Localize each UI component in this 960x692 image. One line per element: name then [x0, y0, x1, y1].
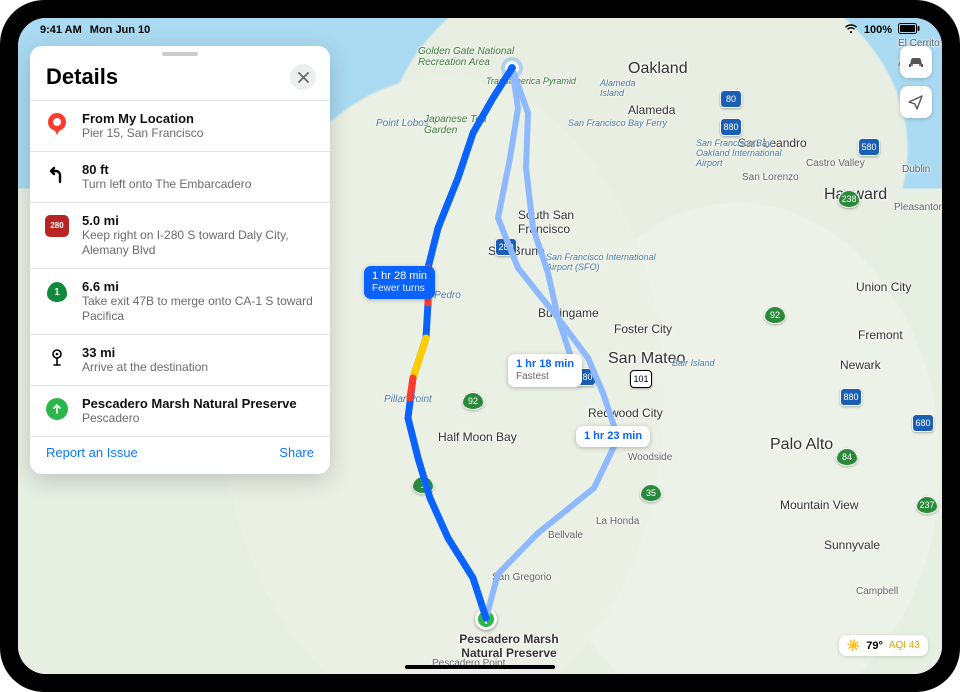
- step-turn-left[interactable]: 80 ft Turn left onto The Embarcadero: [30, 152, 330, 203]
- route-callout-primary[interactable]: 1 hr 28 min Fewer turns: [364, 266, 435, 299]
- step-5-title: Pescadero Marsh Natural Preserve: [82, 396, 316, 411]
- step-5-sub: Pescadero: [82, 411, 316, 426]
- step-i280[interactable]: 280 5.0 mi Keep right on I-280 S toward …: [30, 203, 330, 269]
- panel-grabber[interactable]: [162, 52, 198, 56]
- start-pin-icon: [44, 111, 70, 137]
- step-1-sub: Turn left onto The Embarcadero: [82, 177, 316, 192]
- battery-icon: [898, 23, 920, 37]
- step-4-sub: Arrive at the destination: [82, 360, 316, 375]
- i280-shield-icon: 280: [44, 213, 70, 239]
- directions-list: From My Location Pier 15, San Francisco …: [30, 100, 330, 437]
- share-link[interactable]: Share: [279, 445, 314, 460]
- close-button[interactable]: [290, 64, 316, 90]
- driving-mode-button[interactable]: [900, 46, 932, 78]
- route-callout-alt2[interactable]: 1 hr 23 min: [576, 426, 650, 447]
- weather-temp: 79°: [866, 640, 883, 652]
- screen: 9:41 AM Mon Jun 10 100% Oakland Hayward …: [18, 18, 942, 674]
- battery-percent: 100%: [864, 24, 892, 36]
- step-3-title: 6.6 mi: [82, 279, 316, 294]
- step-2-title: 5.0 mi: [82, 213, 316, 228]
- map-controls: [900, 46, 932, 118]
- locate-me-button[interactable]: [900, 86, 932, 118]
- callout-alt1-note: Fastest: [516, 371, 574, 383]
- arrive-icon: [44, 345, 70, 371]
- sun-icon: ☀️: [847, 639, 861, 652]
- wifi-icon: [844, 24, 858, 37]
- callout-primary-time: 1 hr 28 min: [372, 270, 427, 283]
- report-issue-link[interactable]: Report an Issue: [46, 445, 138, 460]
- step-arrive[interactable]: 33 mi Arrive at the destination: [30, 335, 330, 386]
- status-time: 9:41 AM: [40, 24, 82, 36]
- step-ca1[interactable]: 1 6.6 mi Take exit 47B to merge onto CA-…: [30, 269, 330, 335]
- status-date: Mon Jun 10: [90, 24, 151, 36]
- step-start[interactable]: From My Location Pier 15, San Francisco: [30, 101, 330, 152]
- step-1-title: 80 ft: [82, 162, 316, 177]
- step-0-title: From My Location: [82, 111, 316, 126]
- home-indicator[interactable]: [405, 665, 555, 669]
- step-destination[interactable]: Pescadero Marsh Natural Preserve Pescade…: [30, 386, 330, 437]
- callout-alt2-time: 1 hr 23 min: [584, 430, 642, 443]
- status-bar: 9:41 AM Mon Jun 10 100%: [18, 18, 942, 40]
- end-pin-icon: [44, 396, 70, 422]
- callout-alt1-time: 1 hr 18 min: [516, 358, 574, 371]
- step-2-sub: Keep right on I-280 S toward Daly City, …: [82, 228, 316, 258]
- ca1-shield-icon: 1: [44, 279, 70, 305]
- weather-aqi: AQI 43: [889, 640, 920, 651]
- details-panel: Details From My Location Pier 15, San Fr…: [30, 46, 330, 474]
- turn-left-icon: [44, 162, 70, 188]
- step-3-sub: Take exit 47B to merge onto CA-1 S towar…: [82, 294, 316, 324]
- step-0-sub: Pier 15, San Francisco: [82, 126, 316, 141]
- route-callout-alt1[interactable]: 1 hr 18 min Fastest: [508, 354, 582, 387]
- step-4-title: 33 mi: [82, 345, 316, 360]
- weather-chip[interactable]: ☀️ 79° AQI 43: [839, 635, 928, 656]
- callout-primary-note: Fewer turns: [372, 283, 427, 295]
- ipad-frame: 9:41 AM Mon Jun 10 100% Oakland Hayward …: [0, 0, 960, 692]
- panel-title: Details: [46, 64, 118, 90]
